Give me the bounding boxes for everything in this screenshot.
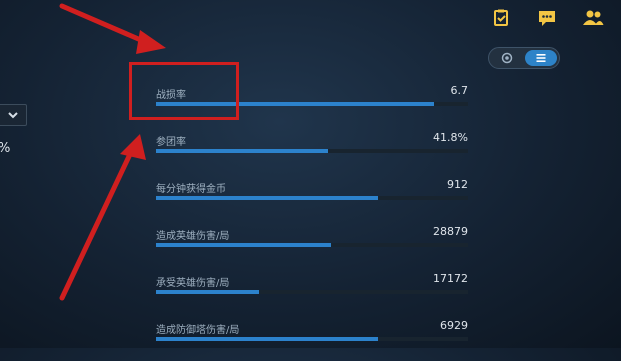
annotation-arrows [59, 3, 166, 301]
arrow-bottom-line [59, 147, 135, 301]
arrow-top-line [59, 3, 153, 47]
arrow-top-head [136, 30, 166, 54]
arrow-bottom-head [120, 134, 146, 160]
